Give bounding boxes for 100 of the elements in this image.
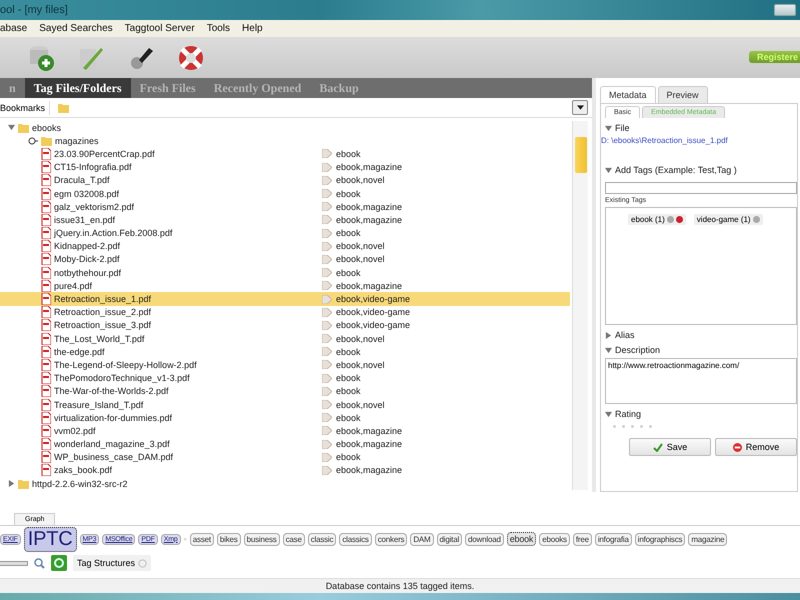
- cloud-tag[interactable]: infographiscs: [634, 532, 686, 546]
- file-row[interactable]: virtualization-for-dummies.pdf ebook: [0, 411, 570, 424]
- file-row[interactable]: jQuery.in.Action.Feb.2008.pdf ebook: [0, 226, 570, 240]
- pdf-file-icon: [41, 148, 51, 160]
- file-row[interactable]: Kidnapped-2.pdf ebook,novel: [0, 240, 570, 253]
- folder-name: httpd-2.2.6-win32-src-r2: [32, 478, 128, 489]
- remove-button[interactable]: Remove: [715, 438, 797, 456]
- file-row[interactable]: wonderland_magazine_3.pdf ebook,magazine: [0, 438, 570, 451]
- bookmarks-label[interactable]: Bookmarks: [0, 100, 50, 114]
- folder-icon: [41, 136, 52, 146]
- pdf-file-icon: [41, 174, 51, 186]
- file-row[interactable]: zaks_book.pdf ebook,magazine: [0, 464, 570, 478]
- expand-arrow-icon[interactable]: [8, 480, 15, 488]
- pdf-file-icon: [41, 240, 51, 252]
- cloud-tag[interactable]: classic: [308, 532, 336, 546]
- cloud-tag[interactable]: classics: [339, 532, 372, 546]
- file-row[interactable]: Retroaction_issue_1.pdf ebook,video-game: [0, 292, 570, 306]
- menu-item[interactable]: Tools: [206, 23, 230, 34]
- registered-badge: Registere: [748, 51, 800, 63]
- database-add-icon[interactable]: [27, 44, 55, 72]
- save-button[interactable]: Save: [629, 438, 711, 456]
- file-row[interactable]: Moby-Dick-2.pdf ebook,novel: [0, 252, 570, 266]
- file-row[interactable]: Retroaction_issue_2.pdf ebook,video-game: [0, 306, 570, 319]
- tab[interactable]: Preview: [658, 86, 708, 103]
- menu-item[interactable]: Help: [242, 23, 263, 34]
- pdf-file-icon: [41, 200, 51, 213]
- pdf-file-icon: [41, 319, 51, 332]
- file-row[interactable]: ThePomodoroTechnique_v1-3.pdf ebook: [0, 372, 570, 385]
- pdf-file-icon: [41, 412, 51, 424]
- cloud-tag[interactable]: asset: [190, 532, 214, 546]
- description-field[interactable]: http://www.retroactionmagazine.com/: [605, 358, 797, 404]
- cloud-tag[interactable]: ebooks: [539, 532, 570, 546]
- search-icon[interactable]: [34, 558, 45, 568]
- cloud-tag[interactable]: conkers: [374, 532, 408, 546]
- file-row[interactable]: egm 032008.pdf ebook: [0, 186, 570, 200]
- tag-chip[interactable]: video-game (1): [694, 214, 763, 225]
- expand-icon[interactable]: [28, 136, 38, 145]
- file-row[interactable]: WP_business_case_DAM.pdf ebook: [0, 450, 570, 464]
- menu-item[interactable]: Sayed Searches: [39, 23, 113, 34]
- cloud-tag[interactable]: infografia: [594, 532, 632, 546]
- file-row[interactable]: CT15-Infografia.pdf ebook,magazine: [0, 160, 570, 174]
- cloud-tag[interactable]: free: [572, 532, 592, 546]
- collapse-arrow-icon[interactable]: [8, 124, 15, 132]
- pdf-file-icon: [41, 398, 51, 411]
- tab[interactable]: Metadata: [600, 86, 656, 103]
- file-row[interactable]: Dracula_T.pdf ebook,novel: [0, 174, 570, 187]
- file-row[interactable]: notbythehour.pdf ebook: [0, 266, 570, 280]
- file-tags: ebook,novel: [336, 241, 385, 252]
- file-row[interactable]: vvm02.pdf ebook,magazine: [0, 424, 570, 438]
- window-title: ool - [my files]: [0, 4, 68, 16]
- file-tags: ebook: [336, 452, 361, 462]
- zoom-slider[interactable]: [0, 560, 28, 566]
- cloud-tag[interactable]: DAM: [410, 532, 434, 546]
- file-row[interactable]: issue31_en.pdf ebook,magazine: [0, 213, 570, 226]
- pdf-file-icon: [41, 214, 51, 226]
- section-title: Add Tags (Example: Test,Tag ): [615, 165, 737, 175]
- structure-tag[interactable]: IPTC: [24, 526, 77, 552]
- pdf-file-icon: [41, 306, 51, 318]
- status-text: Database contains 135 tagged items.: [326, 581, 474, 591]
- add-tags-field[interactable]: [605, 182, 797, 194]
- refresh-icon[interactable]: [51, 555, 67, 571]
- pdf-file-icon: [41, 346, 51, 358]
- folder-icon: [58, 102, 70, 112]
- file-row[interactable]: Treasure_Island_T.pdf ebook,novel: [0, 398, 570, 412]
- tab[interactable]: Tag Files/Folders: [24, 78, 131, 98]
- cloud-tag[interactable]: bikes: [216, 532, 241, 546]
- collapse-arrow-icon[interactable]: [605, 346, 612, 354]
- cloud-tag[interactable]: download: [465, 532, 504, 546]
- collapse-arrow-icon[interactable]: [605, 166, 612, 174]
- folder-name: ebooks: [32, 122, 62, 133]
- file-tags: ebook,magazine: [336, 465, 402, 476]
- file-tags: ebook,novel: [336, 400, 385, 410]
- folder-icon: [18, 122, 29, 133]
- scrollbar[interactable]: [572, 121, 588, 490]
- file-row[interactable]: The-Legend-of-Sleepy-Hollow-2.pdf ebook,novel: [0, 358, 570, 372]
- cloud-tag[interactable]: digital: [436, 532, 462, 546]
- file-row[interactable]: The-War-of-the-Worlds-2.pdf ebook: [0, 384, 570, 398]
- collapse-arrow-icon[interactable]: [605, 410, 612, 418]
- menu-item[interactable]: abase: [0, 23, 28, 34]
- file-tags: ebook: [336, 228, 361, 238]
- cloud-tag[interactable]: magazine: [688, 532, 728, 546]
- file-name: Retroaction_issue_1.pdf: [54, 294, 152, 304]
- expand-arrow-icon[interactable]: [605, 332, 612, 338]
- file-row[interactable]: the-edge.pdf ebook: [0, 345, 570, 358]
- tag-structures-button[interactable]: Tag Structures: [73, 555, 152, 571]
- file-name: vvm02.pdf: [54, 426, 96, 436]
- pdf-file-icon: [41, 451, 51, 464]
- lifebuoy-icon[interactable]: [177, 44, 205, 72]
- dropdown-button[interactable]: [572, 100, 588, 115]
- file-row[interactable]: galz_vektorism2.pdf ebook,magazine: [0, 200, 570, 214]
- cloud-tag[interactable]: ebook: [506, 532, 536, 546]
- cloud-tag[interactable]: case: [282, 532, 305, 546]
- cloud-tag[interactable]: business: [244, 532, 280, 546]
- menu-item[interactable]: Taggtool Server: [124, 23, 195, 34]
- tag-chip[interactable]: ebook (1): [628, 214, 686, 225]
- file-row[interactable]: pure4.pdf ebook,magazine: [0, 279, 570, 292]
- file-row[interactable]: Retroaction_issue_3.pdf ebook,video-game: [0, 318, 570, 332]
- collapse-arrow-icon[interactable]: [605, 124, 612, 132]
- file-row[interactable]: The_Lost_World_T.pdf ebook,novel: [0, 332, 570, 346]
- file-row[interactable]: 23.03.90PercentCrap.pdf ebook: [0, 147, 570, 161]
